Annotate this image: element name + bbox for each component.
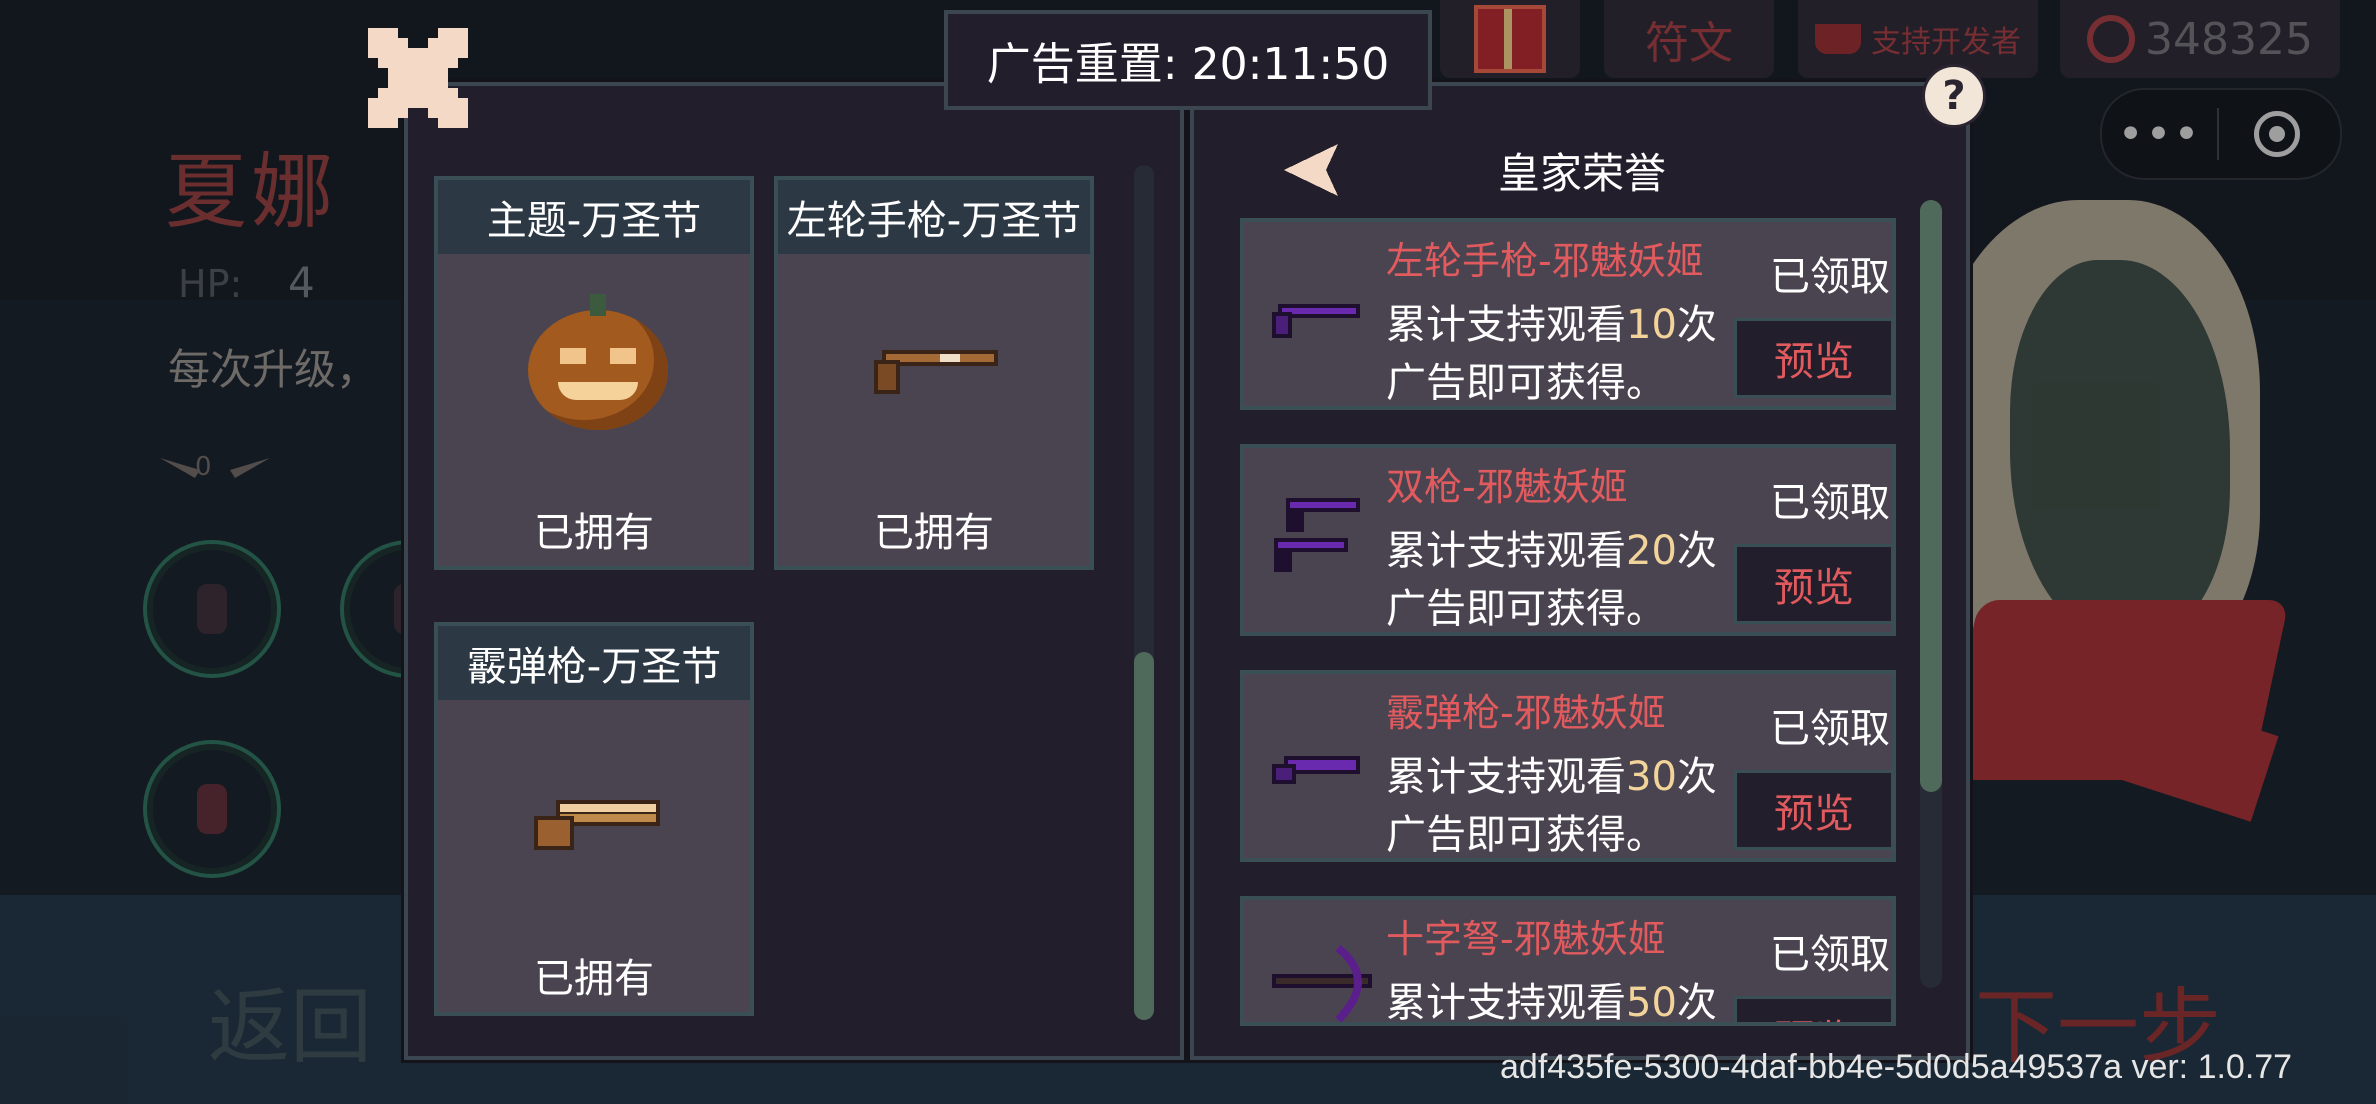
preview-button[interactable]: 预览: [1734, 318, 1892, 398]
reward-count: 50: [1626, 980, 1677, 1026]
rewards-title: 皇家荣誉: [1498, 149, 1667, 198]
shotgun-icon: [532, 796, 662, 860]
dialog-overlay: [0, 0, 2376, 1104]
reward-status: 已领取: [1770, 932, 1890, 978]
reward-status: 已领取: [1770, 254, 1890, 300]
card-title: 主题-万圣节: [438, 180, 750, 254]
card-title: 霰弹枪-万圣节: [438, 626, 750, 700]
reward-name: 双枪-邪魅妖姬: [1386, 465, 1628, 509]
version-text: adf435fe-5300-4daf-bb4e-5d0d5a49537a ver…: [1500, 1048, 2293, 1086]
rewards-scroll-thumb[interactable]: [1920, 200, 1942, 792]
owned-items-scroll-thumb[interactable]: [1134, 652, 1154, 1020]
pumpkin-icon: [528, 294, 668, 430]
card-title: 左轮手枪-万圣节: [778, 180, 1090, 254]
owned-status: 已拥有: [534, 510, 654, 556]
help-icon[interactable]: ?: [1922, 64, 1986, 128]
reward-status: 已领取: [1770, 480, 1890, 526]
back-arrow-icon[interactable]: [1282, 142, 1342, 198]
reward-name: 左轮手枪-邪魅妖姬: [1386, 239, 1704, 283]
owned-item-card[interactable]: 左轮手枪-万圣节 已拥有: [774, 176, 1094, 570]
shotgun-icon: [1268, 734, 1364, 804]
preview-button[interactable]: 预览: [1734, 770, 1892, 850]
dual-guns-icon: [1268, 492, 1364, 572]
reward-row: 双枪-邪魅妖姬 累计支持观看20次 广告即可获得。 已领取 预览: [1240, 444, 1896, 636]
reward-row: 十字弩-邪魅妖姬 累计支持观看50次 已领取 预览: [1240, 896, 1896, 1026]
reward-requirement: 累计支持观看10次: [1386, 302, 1717, 348]
reward-count: 20: [1626, 528, 1677, 574]
reward-count: 30: [1626, 754, 1677, 800]
owned-status: 已拥有: [874, 510, 994, 556]
crossbow-icon: [1268, 944, 1372, 1022]
reward-name: 霰弹枪-邪魅妖姬: [1386, 691, 1666, 735]
reward-row: 左轮手枪-邪魅妖姬 累计支持观看10次 广告即可获得。 已领取 预览: [1240, 218, 1896, 410]
close-icon[interactable]: [368, 28, 468, 128]
ad-reset-timer: 广告重置: 20:11:50: [944, 10, 1432, 110]
reward-requirement: 累计支持观看50次: [1386, 980, 1717, 1026]
owned-item-card[interactable]: 霰弹枪-万圣节 已拥有: [434, 622, 754, 1016]
reward-count: 10: [1626, 302, 1677, 348]
reward-name: 十字弩-邪魅妖姬: [1386, 917, 1666, 961]
owned-status: 已拥有: [534, 956, 654, 1002]
reward-requirement-line2: 广告即可获得。: [1386, 812, 1666, 858]
revolver-icon: [872, 340, 1002, 404]
preview-button[interactable]: 预览: [1734, 996, 1892, 1022]
owned-item-card[interactable]: 主题-万圣节 已拥有: [434, 176, 754, 570]
reward-requirement-line2: 广告即可获得。: [1386, 586, 1666, 632]
reward-status: 已领取: [1770, 706, 1890, 752]
reward-requirement: 累计支持观看30次: [1386, 754, 1717, 800]
preview-button[interactable]: 预览: [1734, 544, 1892, 624]
revolver-icon: [1268, 282, 1364, 352]
reward-requirement: 累计支持观看20次: [1386, 528, 1717, 574]
reward-requirement-line2: 广告即可获得。: [1386, 360, 1666, 406]
reward-row: 霰弹枪-邪魅妖姬 累计支持观看30次 广告即可获得。 已领取 预览: [1240, 670, 1896, 862]
